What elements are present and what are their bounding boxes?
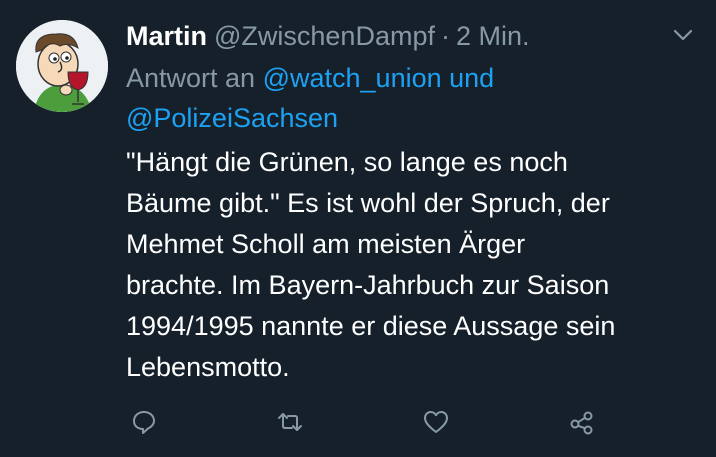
share-button[interactable]: [564, 404, 600, 440]
tweet-body-line: Bäume gibt." Es ist wohl der Spruch, der: [126, 188, 610, 218]
tweet-body-line: "Hängt die Grünen, so lange es noch: [126, 147, 568, 177]
tweet-body-line: Mehmet Scholl am meisten Ärger: [126, 229, 526, 259]
avatar-cartoon-icon: [16, 20, 108, 112]
reply-prefix: Antwort an: [126, 63, 256, 93]
comment-icon: [133, 411, 155, 434]
share-icon: [570, 411, 593, 435]
tweet-body: "Hängt die Grünen, so lange es noch Bäum…: [126, 142, 701, 388]
reply-button[interactable]: [126, 404, 162, 440]
tweet-card[interactable]: Martin @ZwischenDampf · 2 Min. Antwort a…: [0, 0, 716, 457]
header-separator: ·: [440, 21, 450, 51]
tweet-timestamp[interactable]: 2 Min.: [456, 18, 530, 54]
tweet-body-line: 1994/1995 nannte er diese Aussage sein: [126, 311, 616, 341]
tweet-body-line: brachte. Im Bayern-Jahrbuch zur Saison: [126, 270, 610, 300]
reply-context: Antwort an @watch_union und @PolizeiSach…: [126, 58, 686, 138]
chevron-down-icon[interactable]: [672, 28, 694, 42]
avatar[interactable]: [16, 20, 108, 112]
tweet-actions: [126, 404, 626, 440]
reply-mention-polizei-sachsen[interactable]: @PolizeiSachsen: [126, 103, 338, 133]
retweet-icon: [278, 413, 302, 431]
like-button[interactable]: [418, 404, 454, 440]
retweet-button[interactable]: [272, 404, 308, 440]
author-handle[interactable]: @ZwischenDampf: [214, 18, 435, 54]
heart-icon: [424, 411, 448, 433]
tweet-body-line: Lebensmotto.: [126, 352, 290, 382]
author-name[interactable]: Martin: [126, 18, 207, 54]
reply-mention-watch-union[interactable]: @watch_union und: [263, 63, 495, 93]
tweet-header: Martin @ZwischenDampf · 2 Min.: [126, 18, 530, 58]
